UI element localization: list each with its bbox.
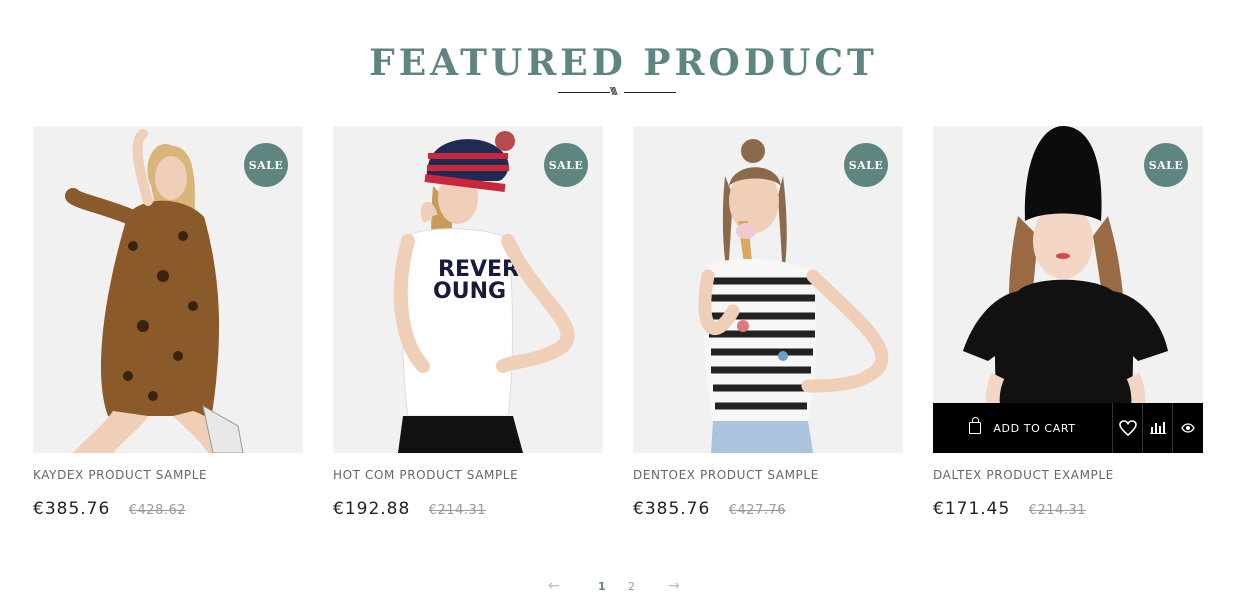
price-row: €385.76 €427.76 — [633, 499, 786, 519]
next-arrow-icon[interactable]: → — [668, 578, 680, 594]
page-1-link[interactable]: 1 — [598, 580, 606, 593]
sale-badge: SALE — [1144, 143, 1188, 187]
price-row: €385.76 €428.62 — [33, 499, 186, 519]
quick-view-button[interactable] — [1173, 403, 1203, 453]
section-title: FEATURED PRODUCT — [369, 42, 878, 84]
old-price: €214.31 — [428, 503, 487, 518]
product-name[interactable]: HOT COM PRODUCT SAMPLE — [333, 468, 518, 482]
product-card[interactable]: REVER OUNG SALE HOT COM PRODUCT SAMPLE €… — [333, 126, 603, 519]
sale-badge: SALE — [844, 143, 888, 187]
svg-text:OUNG: OUNG — [433, 279, 506, 304]
sale-badge: SALE — [544, 143, 588, 187]
product-image[interactable]: SALE ADD TO CART — [933, 126, 1203, 453]
old-price: €214.31 — [1028, 503, 1087, 518]
product-card[interactable]: SALE ADD TO CART DALTEX PRODUCT EXAMPLE … — [933, 126, 1203, 519]
old-price: €428.62 — [128, 503, 187, 518]
eye-icon — [1181, 423, 1195, 433]
bar-chart-icon — [1149, 422, 1166, 434]
product-image[interactable]: SALE — [633, 126, 903, 453]
add-to-cart-button[interactable]: ADD TO CART — [933, 403, 1113, 453]
product-card[interactable]: SALE DENTOEX PRODUCT SAMPLE €385.76 €427… — [633, 126, 903, 519]
product-name[interactable]: KAYDEX PRODUCT SAMPLE — [33, 468, 207, 482]
heart-icon — [1118, 420, 1137, 436]
product-action-bar: ADD TO CART — [933, 403, 1203, 453]
add-to-cart-label: ADD TO CART — [993, 421, 1076, 435]
pagination: ← 1 2 → — [548, 578, 698, 598]
price-row: €192.88 €214.31 — [333, 499, 486, 519]
product-name[interactable]: DALTEX PRODUCT EXAMPLE — [933, 468, 1114, 482]
prev-arrow-icon[interactable]: ← — [548, 578, 560, 594]
product-name[interactable]: DENTOEX PRODUCT SAMPLE — [633, 468, 819, 482]
title-divider: \\\\ — [558, 86, 678, 98]
current-price: €385.76 — [33, 499, 111, 519]
product-image[interactable]: REVER OUNG SALE — [333, 126, 603, 453]
product-image[interactable]: SALE — [33, 126, 303, 453]
page-2-link[interactable]: 2 — [628, 580, 635, 593]
shopping-bag-icon — [969, 417, 982, 434]
old-price: €427.76 — [728, 503, 787, 518]
wishlist-button[interactable] — [1113, 403, 1143, 453]
product-card[interactable]: SALE KAYDEX PRODUCT SAMPLE €385.76 €428.… — [33, 126, 303, 519]
current-price: €192.88 — [333, 499, 411, 519]
compare-button[interactable] — [1143, 403, 1173, 453]
current-price: €171.45 — [933, 499, 1011, 519]
sale-badge: SALE — [244, 143, 288, 187]
current-price: €385.76 — [633, 499, 711, 519]
price-row: €171.45 €214.31 — [933, 499, 1086, 519]
